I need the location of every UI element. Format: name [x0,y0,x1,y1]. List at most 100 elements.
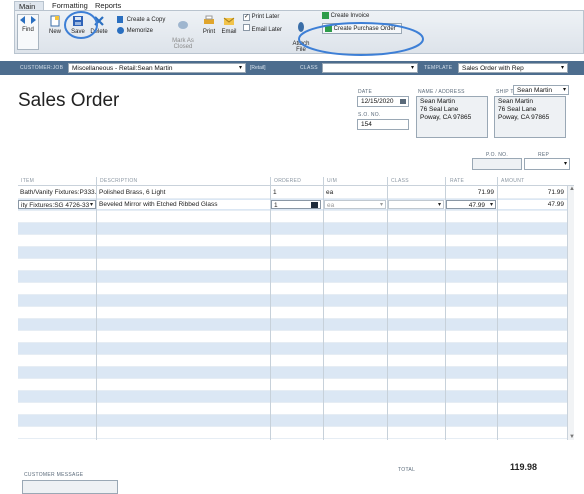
template-dropdown[interactable]: Sales Order with Rep ▾ [458,63,568,73]
ordered-field[interactable]: 1 [271,200,321,209]
ship-to-dropdown[interactable]: Sean Martin ▾ [513,85,569,95]
grid-stripe [18,367,567,379]
table-row[interactable]: Bath/Vanity Fixtures:P333... Polished Br… [18,188,567,197]
column-divider [96,177,97,440]
ship-to-box[interactable]: Sean Martin 76 Seal Lane Poway, CA 97865 [494,96,566,138]
chevron-down-icon: ▾ [563,161,567,167]
date-label: DATE [358,89,373,95]
ordered-cell[interactable]: 1 [271,188,321,197]
customer-message-dropdown[interactable] [22,480,118,494]
ship-to-select-value: Sean Martin [517,87,553,94]
customer-job-dropdown[interactable]: Miscellaneous - Retail:Sean Martin ▾ [68,63,246,73]
chevron-down-icon: ▾ [379,202,383,208]
rate-cell[interactable]: 71.99 [446,188,496,197]
customer-job-label: CUSTOMER:JOB [20,65,64,71]
ship-to-line: Poway, CA 97865 [498,114,550,121]
address-line: Sean Martin [420,98,456,105]
column-header-class: CLASS [391,178,409,184]
date-value: 12/15/2020 [361,98,394,105]
name-address-label: NAME / ADDRESS [418,89,465,95]
column-divider [445,177,446,440]
grid-stripe [18,283,567,295]
grid-stripe [18,223,567,235]
amount-cell[interactable]: 71.99 [498,188,566,197]
customer-job-value: Miscellaneous - Retail:Sean Martin [72,65,173,72]
address-line: Poway, CA 97865 [420,114,472,121]
form-title: Sales Order [18,90,120,111]
rate-combo[interactable]: 47.99 ▾ [446,200,496,209]
grid-stripe [18,403,567,415]
item-combo[interactable]: ity Fixtures:SG 4726-33 ▾ [18,200,96,209]
grid-stripe [18,391,567,403]
chevron-down-icon: ▾ [238,65,242,71]
rep-dropdown[interactable]: ▾ [524,158,570,170]
column-header-um: U/M [327,178,338,184]
column-divider [323,177,324,440]
grid-stripe [18,247,567,259]
rate-value: 47.99 [468,202,485,209]
grid-stripe [18,295,567,307]
chevron-down-icon: ▾ [562,87,566,93]
column-divider [497,177,498,440]
grid-stripe [18,271,567,283]
class-cell[interactable] [388,188,444,197]
table-row-active[interactable]: ity Fixtures:SG 4726-33 ▾ Beveled Mirror… [18,200,567,209]
grid-stripe [18,415,567,427]
description-cell[interactable]: Beveled Mirror with Etched Ribbed Glass [97,200,269,209]
scroll-up-icon[interactable]: ▲ [569,186,575,192]
grid-scrollbar[interactable]: ▲ ▼ [567,186,575,440]
grid-stripe [18,427,567,439]
column-header-amount: AMOUNT [501,178,525,184]
um-value: ea [327,202,335,209]
so-number-field[interactable]: 154 [357,119,409,130]
grid-stripe [18,331,567,343]
template-label: TEMPLATE [424,65,453,71]
chevron-down-icon: ▾ [410,65,414,71]
column-divider [270,177,271,440]
name-address-box[interactable]: Sean Martin 76 Seal Lane Poway, CA 97865 [416,96,488,138]
chevron-down-icon: ▾ [89,202,93,208]
customer-bar: CUSTOMER:JOB Miscellaneous - Retail:Sean… [0,61,584,75]
column-header-ordered: ORDERED [274,178,302,184]
chevron-down-icon: ▾ [489,202,493,208]
item-cell[interactable]: Bath/Vanity Fixtures:P333... [18,188,96,197]
date-field[interactable]: 12/15/2020 [357,96,409,107]
grid-stripe [18,307,567,319]
grid-stripe [18,259,567,271]
chevron-down-icon: ▾ [437,202,441,208]
grid-body [18,187,567,440]
address-line: 76 Seal Lane [420,106,459,113]
total-label: TOTAL [398,467,416,473]
po-number-field[interactable] [472,158,522,170]
class-combo[interactable]: ▾ [388,200,444,209]
column-divider [387,177,388,440]
highlight-annotations [64,11,424,56]
ship-to-line: Sean Martin [498,98,534,105]
customer-message-label: CUSTOMER MESSAGE [24,472,84,478]
column-header-item: ITEM [21,178,35,184]
class-dropdown[interactable]: ▾ [322,63,418,73]
item-value: ity Fixtures:SG 4726-33 [21,202,90,209]
um-combo[interactable]: ea ▾ [324,200,386,209]
calendar-icon [400,99,406,104]
um-cell[interactable]: ea [324,188,386,197]
item-info-icon[interactable] [311,202,318,208]
ordered-value: 1 [274,202,278,209]
description-cell[interactable]: Polished Brass, 6 Light [97,188,269,197]
amount-cell[interactable]: 47.99 [498,200,566,209]
grid-stripe [18,355,567,367]
grid-stripe [18,343,567,355]
total-value: 119.98 [510,462,538,472]
grid-stripe [18,319,567,331]
column-header-description: DESCRIPTION [100,178,138,184]
scroll-down-icon[interactable]: ▼ [569,434,575,440]
ship-to-line: 76 Seal Lane [498,106,537,113]
grid-stripe [18,235,567,247]
grid-stripe [18,379,567,391]
class-label: CLASS [300,65,318,71]
so-label: S.O. NO. [358,112,381,118]
column-header-rate: RATE [450,178,465,184]
retail-tag: [Retail] [250,65,266,71]
grid-stripe [18,211,567,223]
template-value: Sales Order with Rep [462,65,524,72]
